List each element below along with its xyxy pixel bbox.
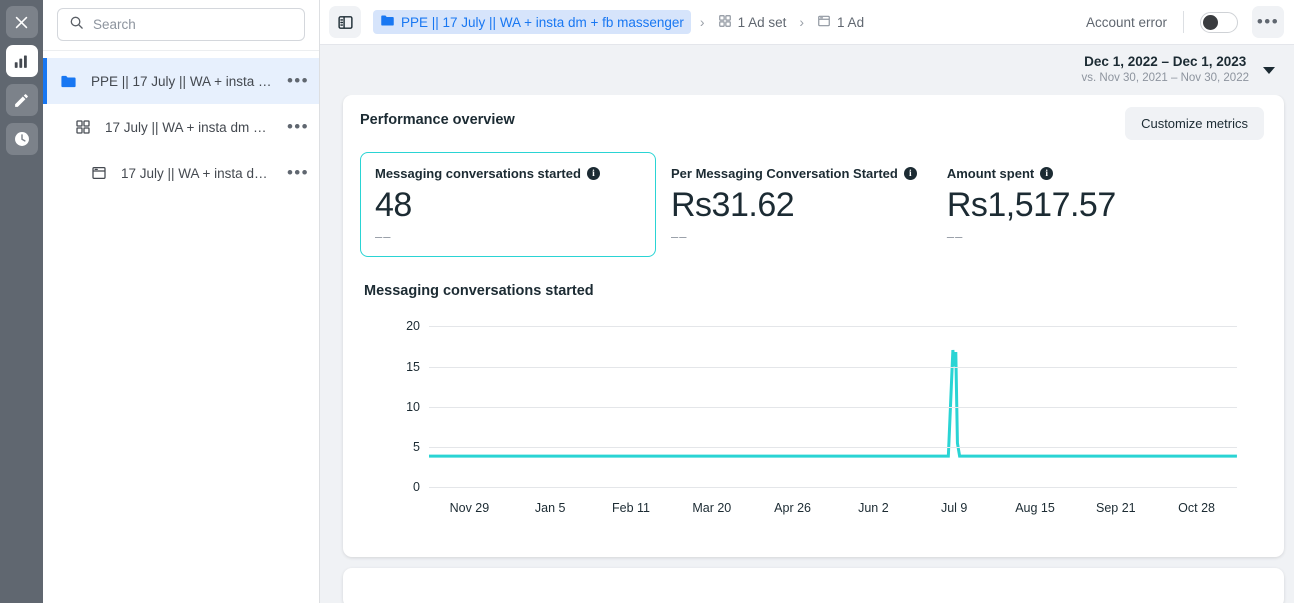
breadcrumb-campaign[interactable]: PPE || 17 July || WA + insta dm + fb mas…: [373, 10, 691, 34]
chart-gridline: 20: [406, 319, 1237, 333]
ad-window-icon: [817, 14, 831, 31]
search-input[interactable]: [93, 17, 293, 32]
chart-gridline: 0: [413, 480, 1237, 494]
metric-label: Amount spent: [946, 166, 1035, 181]
search-box[interactable]: [57, 8, 305, 41]
chart-y-tick-label: 0: [413, 480, 420, 495]
chart-line-series: [429, 326, 1237, 456]
chart-y-tick-label: 20: [406, 319, 420, 334]
adset-grid-icon: [718, 14, 732, 31]
sidebar-item-menu-icon[interactable]: •••: [281, 163, 309, 183]
metric-header: Amount spent i: [947, 166, 1116, 181]
sidebar-item-label: 17 July || WA + insta dm …: [105, 119, 267, 135]
chart-gridline: 15: [406, 360, 1237, 374]
folder-icon: [57, 73, 79, 90]
chart-x-tick-label: Feb 11: [612, 501, 650, 516]
chart-x-tick-label: Jul 9: [940, 501, 968, 516]
chart-x-tick-label: Oct 28: [1178, 501, 1216, 516]
chevron-down-icon[interactable]: [1263, 66, 1275, 74]
metric-header: Per Messaging Conversation Started i: [671, 166, 917, 181]
metrics-row: Messaging conversations started i 48 –– …: [360, 152, 1264, 258]
info-icon[interactable]: i: [586, 167, 600, 180]
secondary-card: [343, 568, 1284, 603]
sidebar-item-menu-icon[interactable]: •••: [281, 71, 309, 91]
chevron-right-icon: ›: [699, 14, 705, 30]
chart-icon[interactable]: [5, 45, 38, 77]
chart-y-tick-label: 5: [413, 440, 420, 455]
account-error-link[interactable]: Account error: [1086, 15, 1167, 30]
sidebar-item-label: PPE || 17 July || WA + insta …: [91, 73, 272, 89]
metric-label: Messaging conversations started: [375, 166, 581, 181]
metric-card-per-messaging-conversation-started[interactable]: Per Messaging Conversation Started i Rs3…: [656, 152, 932, 257]
breadcrumb-adset-label: 1 Ad set: [737, 14, 787, 30]
customize-metrics-button[interactable]: Customize metrics: [1125, 107, 1264, 140]
app-root: PPE || 17 July || WA + insta … ••• 17 Ju…: [0, 0, 1294, 603]
search-container: [43, 0, 319, 51]
status-toggle[interactable]: [1200, 11, 1238, 33]
chart-y-tick-label: 10: [406, 399, 420, 414]
chart-x-axis: Nov 29 Jan 5 Feb 11 Mar 20 Apr 26 Jun 2 Jul 9 A…: [429, 501, 1237, 521]
search-icon: [69, 15, 84, 35]
metric-label: Per Messaging Conversation Started: [671, 166, 898, 181]
breadcrumb: PPE || 17 July || WA + insta dm + fb mas…: [373, 10, 868, 34]
chart-x-tick-label: Mar 20: [692, 501, 732, 516]
nav-list: PPE || 17 July || WA + insta … ••• 17 Ju…: [43, 51, 319, 196]
folder-icon: [380, 13, 395, 31]
chart-plot-area: 0 5 10 15 20: [406, 319, 1237, 494]
sidebar-item-menu-icon[interactable]: •••: [281, 117, 309, 137]
top-bar: PPE || 17 July || WA + insta dm + fb mas…: [320, 0, 1294, 45]
date-range-texts: Dec 1, 2022 – Dec 1, 2023 vs. Nov 30, 20…: [1082, 54, 1250, 85]
metric-value: Rs1,517.57: [946, 186, 1116, 224]
chart-x-tick-label: Nov 29: [449, 501, 490, 516]
ad-window-icon: [88, 165, 110, 181]
metric-value: 48: [375, 186, 412, 224]
metric-card-amount-spent[interactable]: Amount spent i Rs1,517.57 ––: [932, 152, 1131, 257]
more-options-button[interactable]: •••: [1252, 6, 1284, 38]
date-range-comparison: vs. Nov 30, 2021 – Nov 30, 2022: [1081, 72, 1250, 85]
sidebar-item-label: 17 July || WA + insta d…: [121, 165, 268, 181]
content-area: Performance overview Customize metrics M…: [320, 95, 1294, 603]
breadcrumb-ad-label: 1 Ad: [837, 14, 865, 30]
chevron-right-icon: ›: [799, 14, 805, 30]
date-range-row: Dec 1, 2022 – Dec 1, 2023 vs. Nov 30, 20…: [320, 45, 1294, 95]
metric-delta: ––: [946, 229, 964, 245]
breadcrumb-ad[interactable]: 1 Ad: [813, 11, 868, 34]
performance-overview-card: Performance overview Customize metrics M…: [343, 95, 1284, 557]
panel-toggle-icon[interactable]: [329, 6, 361, 38]
adset-grid-icon: [72, 119, 94, 135]
date-range-selector[interactable]: Dec 1, 2022 – Dec 1, 2023 vs. Nov 30, 20…: [1067, 50, 1284, 90]
sidebar-item-ad[interactable]: 17 July || WA + insta d… •••: [43, 150, 319, 196]
chart-x-tick-label: Jan 5: [534, 501, 566, 516]
chart-x-tick-label: Aug 15: [1015, 501, 1055, 516]
chart-gridline: 10: [406, 400, 1237, 414]
chart-x-tick-label: Sep 21: [1095, 501, 1136, 516]
chart-x-tick-label: Apr 26: [774, 501, 812, 516]
metric-card-messaging-conversations-started[interactable]: Messaging conversations started i 48 ––: [360, 152, 656, 258]
chart-y-tick-label: 15: [406, 359, 420, 374]
icon-rail: [0, 0, 43, 603]
chart-gridline: 5: [413, 440, 1237, 454]
metric-header: Messaging conversations started i: [375, 166, 641, 181]
toggle-knob: [1203, 14, 1218, 30]
info-icon[interactable]: i: [903, 167, 917, 180]
chart-title: Messaging conversations started: [364, 283, 594, 300]
metric-value: Rs31.62: [671, 186, 795, 224]
divider: [1183, 11, 1184, 33]
breadcrumb-campaign-label: PPE || 17 July || WA + insta dm + fb mas…: [401, 14, 684, 30]
chart-x-tick-label: Jun 2: [858, 501, 889, 516]
main-region: PPE || 17 July || WA + insta dm + fb mas…: [320, 0, 1294, 603]
breadcrumb-adset[interactable]: 1 Ad set: [714, 11, 791, 34]
performance-chart: 0 5 10 15 20 Nov 29 Jan 5 Feb 11 Mar 20 Apr 26 Ju…: [360, 309, 1264, 515]
close-icon[interactable]: [5, 6, 38, 38]
nav-panel: PPE || 17 July || WA + insta … ••• 17 Ju…: [43, 0, 320, 603]
info-icon[interactable]: i: [1040, 167, 1054, 180]
clock-icon[interactable]: [5, 123, 38, 155]
pencil-icon[interactable]: [5, 84, 38, 116]
metric-delta: ––: [375, 229, 392, 245]
sidebar-item-campaign[interactable]: PPE || 17 July || WA + insta … •••: [43, 58, 319, 104]
sidebar-item-adset[interactable]: 17 July || WA + insta dm … •••: [43, 104, 319, 150]
metric-delta: ––: [671, 229, 688, 245]
date-range-main: Dec 1, 2022 – Dec 1, 2023: [1084, 54, 1247, 70]
